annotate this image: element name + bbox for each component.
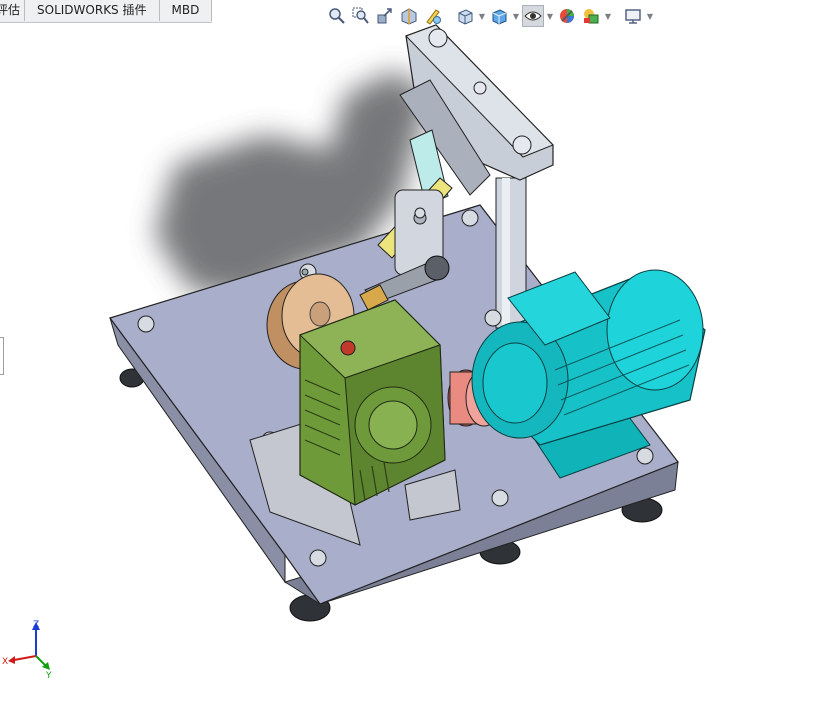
display-style-dropdown-icon[interactable]: ▼ <box>512 12 520 21</box>
triad-y-label: Y <box>45 671 52 681</box>
triad-z-label: Z <box>33 620 39 630</box>
view-settings-dropdown-icon[interactable]: ▼ <box>646 12 654 21</box>
tab-evaluate[interactable]: 评估 <box>0 0 26 21</box>
tab-mbd[interactable]: MBD <box>159 0 213 21</box>
command-manager-tabs: 评估 SOLIDWORKS 插件 MBD <box>0 0 213 23</box>
view-orientation-dropdown-icon[interactable]: ▼ <box>478 12 486 21</box>
tab-solidworks-addins[interactable]: SOLIDWORKS 插件 <box>25 0 160 21</box>
graphics-area[interactable] <box>0 23 838 706</box>
apply-scene-dropdown-icon[interactable]: ▼ <box>604 12 612 21</box>
hide-show-dropdown-icon[interactable]: ▼ <box>546 12 554 21</box>
triad-x-label: X <box>2 657 8 667</box>
coordinate-triad: Z X Y <box>2 620 52 681</box>
